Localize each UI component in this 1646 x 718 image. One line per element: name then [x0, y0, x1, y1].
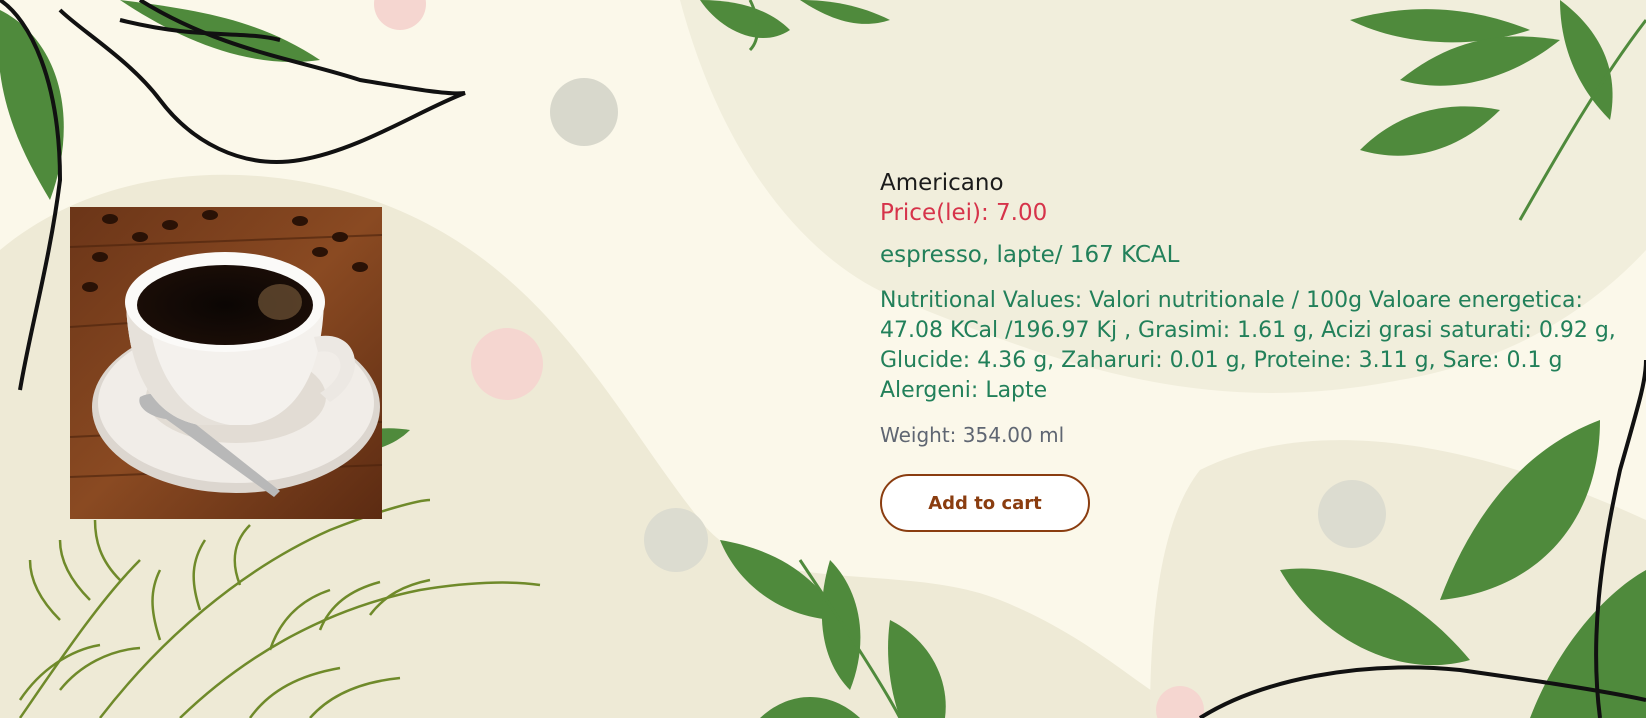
coffee-cup-icon	[70, 207, 382, 519]
product-price: Price(lei): 7.00	[880, 200, 1048, 226]
add-to-cart-button[interactable]: Add to cart	[880, 474, 1090, 532]
nutritional-values: Nutritional Values: Valori nutritionale …	[880, 288, 1616, 403]
product-weight: Weight: 354.00 ml	[880, 423, 1065, 447]
product-name: Americano	[880, 170, 1004, 196]
product-details: Americano Price(lei): 7.00 espresso, lap…	[880, 168, 1640, 532]
product-description: espresso, lapte/ 167 KCAL	[880, 242, 1180, 268]
product-image	[70, 207, 382, 519]
